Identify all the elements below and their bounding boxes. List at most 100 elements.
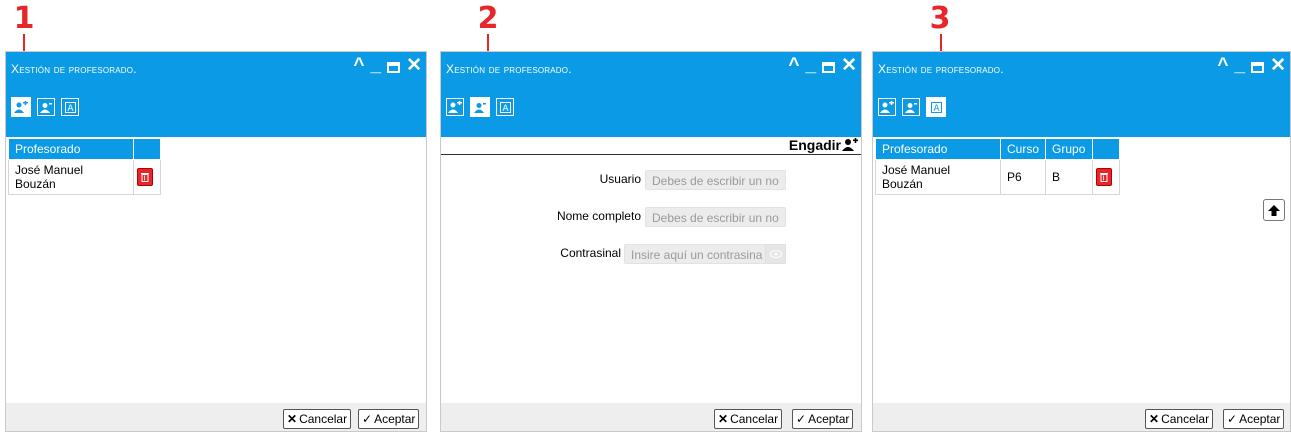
accept-button[interactable]: ✓ Aceptar bbox=[358, 409, 420, 429]
footer: ✕ Cancelar ✓ Aceptar bbox=[873, 403, 1290, 431]
titlebar: Xestión de profesorado. ^ _ ✕ A bbox=[873, 52, 1290, 137]
delete-button[interactable] bbox=[1096, 168, 1113, 186]
svg-text:A: A bbox=[933, 104, 940, 113]
password-label: Contrasinal bbox=[560, 246, 621, 260]
fullname-label: Nome completo bbox=[556, 209, 641, 223]
teacher-name-cell: José Manuel Bouzán bbox=[875, 159, 1001, 195]
assign-group-icon: A bbox=[499, 101, 511, 113]
cancel-icon: ✕ bbox=[1149, 412, 1160, 426]
cancel-icon: ✕ bbox=[287, 412, 298, 426]
arrow-up-icon bbox=[1268, 204, 1280, 216]
table-header-row: Profesorado Curso Grupo bbox=[875, 138, 1121, 160]
window-controls: ^ _ ✕ bbox=[353, 55, 422, 77]
close-icon[interactable]: ✕ bbox=[841, 55, 857, 77]
assign-group-button[interactable]: A bbox=[61, 98, 79, 116]
step-marker-1: 1 bbox=[4, 4, 44, 34]
window-panel-2: Xestión de profesorado. ^ _ ✕ A Engadir … bbox=[440, 51, 862, 432]
maximize-icon[interactable] bbox=[822, 61, 836, 73]
form-row-contrasinal: Contrasinal Insire aquí un contrasina bbox=[441, 244, 801, 266]
column-header-actions bbox=[1092, 138, 1121, 160]
maximize-icon[interactable] bbox=[387, 61, 401, 73]
cancel-button[interactable]: ✕ Cancelar bbox=[1145, 409, 1214, 429]
move-up-button[interactable] bbox=[1263, 199, 1285, 221]
cancel-button[interactable]: ✕ Cancelar bbox=[714, 409, 783, 429]
form-row-usuario: Usuario Debes de escribir un no bbox=[441, 170, 801, 192]
titlebar: Xestión de profesorado. ^ _ ✕ A bbox=[6, 52, 426, 137]
eye-icon bbox=[769, 250, 782, 258]
add-teacher-icon bbox=[905, 102, 917, 113]
table-header-row: Profesorado bbox=[8, 138, 161, 160]
collapse-icon[interactable]: ^ bbox=[1217, 55, 1228, 77]
step-number: 1 bbox=[13, 1, 35, 36]
actions-cell bbox=[1092, 159, 1121, 195]
titlebar: Xestión de profesorado. ^ _ ✕ A bbox=[441, 52, 861, 137]
add-teacher-button[interactable] bbox=[470, 97, 490, 117]
window-panel-1: Xestión de profesorado. ^ _ ✕ A Profesor… bbox=[5, 51, 427, 432]
list-teachers-icon bbox=[880, 101, 894, 113]
cancel-label: Cancelar bbox=[1161, 412, 1210, 426]
accept-button[interactable]: ✓ Aceptar bbox=[792, 409, 854, 429]
add-teacher-icon bbox=[474, 102, 486, 113]
list-teachers-button[interactable] bbox=[11, 97, 31, 117]
cancel-button[interactable]: ✕ Cancelar bbox=[283, 409, 352, 429]
window-title: Xestión de profesorado. bbox=[11, 62, 137, 76]
assign-group-button[interactable]: A bbox=[496, 98, 514, 116]
grupo-cell: B bbox=[1045, 159, 1094, 195]
minimize-icon[interactable]: _ bbox=[806, 55, 817, 77]
show-password-button[interactable] bbox=[765, 244, 786, 264]
check-icon: ✓ bbox=[796, 412, 807, 426]
trash-icon bbox=[141, 173, 149, 182]
column-header-curso[interactable]: Curso bbox=[999, 138, 1047, 160]
table-row[interactable]: José Manuel Bouzán P6 B bbox=[875, 159, 1121, 195]
list-teachers-button[interactable] bbox=[878, 98, 896, 116]
minimize-icon[interactable]: _ bbox=[371, 55, 382, 77]
window-controls: ^ _ ✕ bbox=[1217, 55, 1286, 77]
close-icon[interactable]: ✕ bbox=[406, 55, 422, 77]
window-title: Xestión de profesorado. bbox=[878, 62, 1004, 76]
delete-button[interactable] bbox=[137, 168, 153, 186]
username-input[interactable]: Debes de escribir un no bbox=[645, 170, 786, 190]
toolbar: A bbox=[878, 97, 946, 117]
maximize-icon[interactable] bbox=[1251, 61, 1265, 73]
add-teacher-button[interactable] bbox=[37, 98, 55, 116]
add-teacher-button[interactable] bbox=[902, 98, 920, 116]
collapse-icon[interactable]: ^ bbox=[353, 55, 364, 77]
password-input[interactable]: Insire aquí un contrasina bbox=[624, 244, 766, 264]
collapse-icon[interactable]: ^ bbox=[788, 55, 799, 77]
list-teachers-icon bbox=[14, 101, 28, 113]
column-header-grupo[interactable]: Grupo bbox=[1045, 138, 1094, 160]
assign-group-icon: A bbox=[64, 101, 76, 113]
check-icon: ✓ bbox=[362, 412, 373, 426]
column-header-profesorado[interactable]: Profesorado bbox=[875, 138, 1001, 160]
step-marker-2: 2 bbox=[468, 4, 508, 34]
check-icon: ✓ bbox=[1227, 412, 1238, 426]
close-icon[interactable]: ✕ bbox=[1270, 55, 1286, 77]
window-panel-3: Xestión de profesorado. ^ _ ✕ A Profesor… bbox=[872, 51, 1291, 432]
svg-text:A: A bbox=[67, 104, 74, 113]
trash-icon bbox=[1100, 173, 1109, 182]
minimize-icon[interactable]: _ bbox=[1235, 55, 1246, 77]
column-header-actions bbox=[133, 138, 161, 160]
fullname-input[interactable]: Debes de escribir un no bbox=[645, 207, 786, 227]
step-number: 2 bbox=[477, 1, 499, 36]
accept-label: Aceptar bbox=[374, 412, 416, 426]
cancel-icon: ✕ bbox=[718, 412, 729, 426]
toolbar: A bbox=[11, 97, 79, 117]
list-teachers-icon bbox=[448, 101, 462, 113]
assign-group-icon: A bbox=[930, 101, 942, 113]
assign-group-button[interactable]: A bbox=[926, 97, 946, 117]
accept-button[interactable]: ✓ Aceptar bbox=[1223, 409, 1285, 429]
form-title: Engadir bbox=[788, 137, 841, 153]
toolbar: A bbox=[446, 97, 514, 117]
list-teachers-button[interactable] bbox=[446, 98, 464, 116]
window-title: Xestión de profesorado. bbox=[446, 62, 572, 76]
curso-cell: P6 bbox=[999, 159, 1047, 195]
teacher-groups-table: Profesorado Curso Grupo José Manuel Bouz… bbox=[875, 138, 1121, 195]
accept-label: Aceptar bbox=[1239, 412, 1281, 426]
column-header-profesorado[interactable]: Profesorado bbox=[8, 138, 134, 160]
table-row[interactable]: José Manuel Bouzán bbox=[8, 159, 161, 195]
window-controls: ^ _ ✕ bbox=[788, 55, 857, 77]
teacher-name-cell: José Manuel Bouzán bbox=[8, 159, 134, 195]
svg-text:A: A bbox=[502, 104, 509, 113]
footer: ✕ Cancelar ✓ Aceptar bbox=[6, 403, 426, 431]
